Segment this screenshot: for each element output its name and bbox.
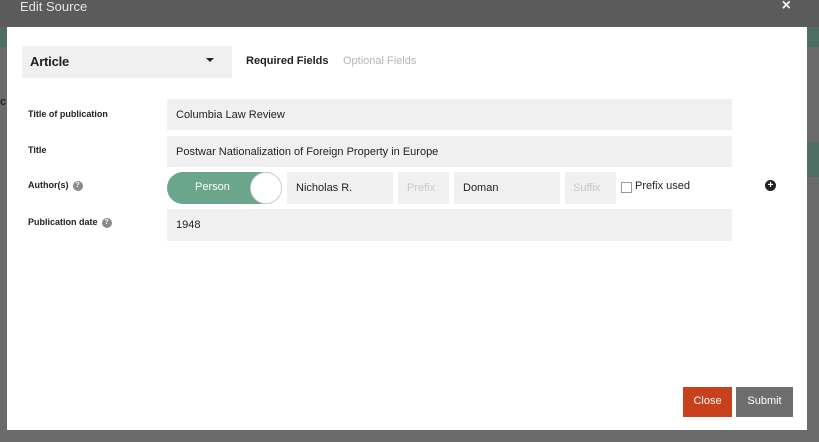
- close-icon[interactable]: ×: [782, 0, 791, 15]
- author-first-name-input[interactable]: Nicholas R.: [287, 172, 393, 204]
- tab-optional-fields[interactable]: Optional Fields: [343, 55, 416, 67]
- add-author-icon[interactable]: +: [765, 180, 776, 191]
- close-button[interactable]: Close: [683, 387, 732, 417]
- author-last-name-input[interactable]: Doman: [454, 172, 560, 204]
- submit-button-label: Submit: [747, 395, 782, 407]
- modal-title: Edit Source: [20, 0, 88, 14]
- authors-label: Author(s)?: [28, 180, 83, 191]
- prefix-used-label: Prefix used: [635, 180, 691, 192]
- source-type-select[interactable]: Article: [22, 46, 232, 78]
- title-of-publication-value: Columbia Law Review: [176, 108, 285, 121]
- toggle-knob: [250, 172, 282, 204]
- person-organization-toggle[interactable]: Person: [167, 172, 282, 204]
- modal-header: Edit Source ×: [0, 0, 819, 27]
- title-value: Postwar Nationalization of Foreign Prope…: [176, 145, 439, 158]
- submit-button[interactable]: Submit: [736, 387, 793, 417]
- author-prefix-input[interactable]: Prefix: [398, 172, 449, 204]
- background-strip-right-1: [807, 27, 819, 47]
- tab-required-fields[interactable]: Required Fields: [246, 55, 329, 67]
- source-type-value: Article: [30, 54, 70, 69]
- background-text: c: [0, 96, 7, 108]
- title-label: Title: [28, 145, 47, 155]
- background-strip-top: [0, 27, 7, 47]
- author-suffix-input[interactable]: Suffix: [565, 172, 616, 204]
- background-strip-right-2: [807, 142, 819, 177]
- authors-label-text: Author(s): [28, 180, 69, 190]
- author-last-name-value: Doman: [463, 182, 499, 194]
- publication-date-label: Publication date?: [28, 217, 112, 228]
- author-first-name-value: Nicholas R.: [296, 182, 353, 194]
- publication-date-value: 1948: [176, 219, 201, 231]
- prefix-used-checkbox[interactable]: [621, 182, 632, 193]
- publication-date-label-text: Publication date: [28, 217, 98, 227]
- author-prefix-placeholder: Prefix: [407, 182, 436, 194]
- publication-date-input[interactable]: 1948: [167, 209, 732, 241]
- help-icon[interactable]: ?: [101, 217, 112, 228]
- chevron-down-icon: [206, 58, 214, 62]
- toggle-label: Person: [195, 181, 230, 193]
- title-input[interactable]: Postwar Nationalization of Foreign Prope…: [167, 136, 732, 167]
- title-of-publication-input[interactable]: Columbia Law Review: [167, 99, 732, 130]
- author-suffix-placeholder: Suffix: [573, 182, 601, 194]
- title-of-publication-label: Title of publication: [28, 109, 108, 119]
- close-button-label: Close: [693, 395, 722, 407]
- modal-body: Article Required Fields Optional Fields …: [7, 27, 807, 430]
- help-icon[interactable]: ?: [72, 180, 83, 191]
